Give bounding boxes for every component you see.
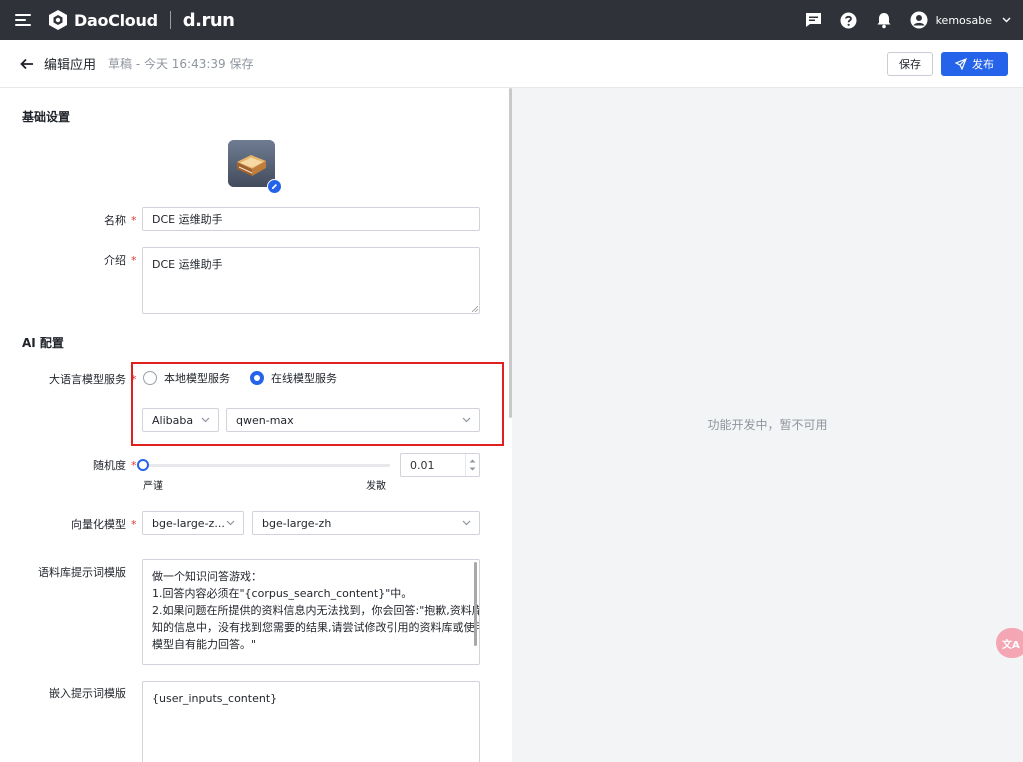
save-button-label: 保存 [899,57,921,71]
hamburger-menu-icon[interactable] [15,14,31,26]
stepper-up-icon[interactable] [469,459,476,463]
slider-max-label: 发散 [366,481,386,492]
intro-textarea-value: DCE 运维助手 [152,258,223,271]
basic-settings-title: 基础设置 [22,110,71,124]
draft-status: 草稿 - 今天 16:43:39 保存 [108,57,254,71]
required-asterisk: * [131,459,137,472]
required-asterisk: * [131,254,137,267]
required-asterisk: * [131,518,137,531]
page-header: 编辑应用 草稿 - 今天 16:43:39 保存 保存 发布 [0,40,1023,88]
resize-handle-icon[interactable] [472,306,478,312]
preview-panel: 功能开发中，暂不可用 [512,88,1023,762]
publish-button[interactable]: 发布 [941,51,1008,76]
app-avatar[interactable] [228,140,275,187]
translate-icon: 文A [1002,639,1020,651]
randomness-slider-track[interactable] [143,464,390,467]
randomness-label: 随机度 [93,459,126,472]
chevron-down-icon [1002,17,1011,23]
user-avatar-icon [910,11,928,29]
randomness-stepper[interactable]: 0.01 [400,453,480,477]
message-icon[interactable] [805,11,823,29]
help-icon[interactable] [840,11,858,29]
corpus-line: 2.如果问题在所提供的资料信息内无法找到，你会回答:"抱歉,资料库已 [152,604,480,617]
embed-template-textarea[interactable]: {user_inputs_content} [142,681,480,762]
textarea-scrollbar[interactable] [474,562,477,646]
logo-separator [169,11,171,29]
book-icon [228,140,275,187]
llm-service-label: 大语言模型服务 [49,373,126,386]
notification-bell-icon[interactable] [875,11,893,29]
name-input[interactable]: DCE 运维助手 [142,207,480,231]
vector-provider-select[interactable]: bge-large-z... [142,511,244,535]
unavailable-message: 功能开发中，暂不可用 [707,418,828,432]
chevron-down-icon [226,520,235,526]
corpus-template-textarea[interactable]: 做一个知识问答游戏： 1.回答内容必须在"{corpus_search_cont… [142,559,480,665]
vector-model-value: bge-large-zh [262,516,332,530]
daocloud-logo-icon [49,10,67,30]
chevron-down-icon [462,520,471,526]
randomness-value: 0.01 [410,458,435,472]
corpus-line: 1.回答内容必须在"{corpus_search_content}"中。 [152,587,413,600]
drun-brand: d.run [182,9,235,31]
save-button[interactable]: 保存 [887,51,933,76]
slider-min-label: 严谨 [143,481,163,492]
intro-label: 介绍 [104,254,126,267]
vector-model-select[interactable]: bge-large-zh [252,511,480,535]
stepper-down-icon[interactable] [469,467,476,471]
edit-avatar-pencil-icon[interactable] [267,179,282,194]
translate-button[interactable]: 文A [996,628,1023,658]
send-icon [955,57,967,70]
user-menu[interactable]: kemosabe [910,11,1011,29]
vector-model-label: 向量化模型 [71,518,126,531]
embed-template-label: 嵌入提示词模版 [49,687,126,700]
back-arrow-icon[interactable] [20,56,36,72]
logo-text: DaoCloud [74,10,158,30]
ai-config-title: AI 配置 [22,336,64,350]
randomness-slider-handle[interactable] [137,459,149,471]
embed-template-value: {user_inputs_content} [152,692,278,705]
required-asterisk: * [131,214,137,227]
intro-textarea[interactable]: DCE 运维助手 [142,247,480,314]
name-label: 名称 [104,214,126,227]
corpus-line: 做一个知识问答游戏： [152,570,262,583]
page-title: 编辑应用 [44,58,97,73]
vector-provider-value: bge-large-z... [152,516,225,530]
corpus-template-label: 语料库提示词模版 [38,566,126,579]
daocloud-logo[interactable]: DaoCloud d.run [47,9,235,31]
corpus-line: 知的信息中，没有找到您需要的结果,请尝试修改引用的资料库或使用 [152,621,480,634]
name-input-value: DCE 运维助手 [152,213,223,226]
user-name: kemosabe [935,13,992,27]
highlight-box [131,362,504,446]
publish-button-label: 发布 [972,57,994,71]
corpus-line: 模型自有能力回答。" [152,638,257,651]
config-form-panel[interactable]: 基础设置 名称 * DCE 运维助手 介绍 * DCE 运维助手 AI 配置 大… [0,88,512,762]
top-navigation-bar: DaoCloud d.run kemosabe [0,0,1023,40]
